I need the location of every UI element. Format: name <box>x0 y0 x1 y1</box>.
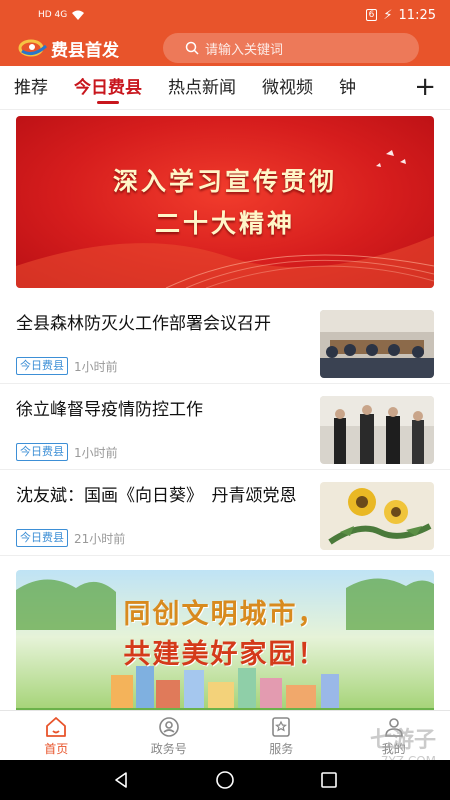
nav-government-label: 政务号 <box>150 741 187 756</box>
publish-time: 1小时前 <box>74 359 118 374</box>
nav-service[interactable]: 服务 <box>246 715 316 757</box>
banner-slogan-line2: 共建美好家园！ <box>123 639 327 670</box>
publish-time: 1小时前 <box>74 445 118 460</box>
status-right: 6 ⚡ 11:25 <box>365 7 436 23</box>
news-meta: 今日费县 1小时前 <box>16 357 310 375</box>
tab-today-feixian[interactable]: 今日费县 <box>74 66 142 110</box>
news-item[interactable]: 沈友斌：国画《向日葵》 丹青颂党恩 今日费县 21小时前 <box>0 470 450 556</box>
logo-icon <box>18 39 48 57</box>
banner-title-line2: 二十大精神 <box>154 209 295 238</box>
news-meta: 今日费县 1小时前 <box>16 443 310 461</box>
battery-icon: 6 <box>365 9 378 21</box>
nav-home-label: 首页 <box>44 741 69 756</box>
watermark-brand: 七游子 <box>369 728 436 753</box>
news-item[interactable]: 全县森林防灭火工作部署会议召开 今日费县 1小时前 <box>0 298 450 384</box>
banner-ribbon-graphic <box>16 150 434 288</box>
app-logo: 费县首发 <box>18 36 119 61</box>
status-bar: HD 4G 6 ⚡ 11:25 <box>0 0 450 30</box>
news-item-body: 全县森林防灭火工作部署会议召开 今日费县 1小时前 <box>16 310 320 375</box>
news-item-body: 徐立峰督导疫情防控工作 今日费县 1小时前 <box>16 396 320 461</box>
tab-recommend[interactable]: 推荐 <box>14 66 48 110</box>
news-meta: 今日费县 21小时前 <box>16 529 310 547</box>
news-thumbnail <box>320 396 434 464</box>
network-indicator: HD 4G <box>38 10 68 20</box>
app-root: HD 4G 6 ⚡ 11:25 费县首发 请输入关键词 推荐 今日费县 热点新闻… <box>0 0 450 800</box>
search-placeholder: 请输入关键词 <box>205 42 284 58</box>
news-title: 全县森林防灭火工作部署会议召开 <box>16 314 271 334</box>
header-top-row: 费县首发 请输入关键词 <box>0 30 450 66</box>
app-title: 费县首发 <box>51 40 119 61</box>
top-banner[interactable]: 深入学习宣传贯彻 二十大精神 <box>16 116 434 288</box>
news-title: 徐立峰督导疫情防控工作 <box>16 400 203 420</box>
header: HD 4G 6 ⚡ 11:25 费县首发 请输入关键词 <box>0 0 450 66</box>
source-tag: 今日费县 <box>16 529 68 547</box>
news-thumbnail <box>320 310 434 378</box>
home-icon <box>46 716 67 737</box>
charging-icon: ⚡ <box>383 7 393 23</box>
wifi-icon <box>72 10 85 20</box>
source-tag: 今日费县 <box>16 357 68 375</box>
tab-hot-news[interactable]: 热点新闻 <box>168 66 236 110</box>
news-item[interactable]: 徐立峰督导疫情防控工作 今日费县 1小时前 <box>0 384 450 470</box>
nav-government[interactable]: 政务号 <box>134 715 204 757</box>
banner-slogan-line1: 同创文明城市， <box>123 599 327 630</box>
add-channel-button[interactable]: + <box>414 74 436 100</box>
tab-micro-video[interactable]: 微视频 <box>262 66 313 110</box>
news-thumbnail <box>320 482 434 550</box>
source-tag: 今日费县 <box>16 443 68 461</box>
tab-more-clipped[interactable]: 钟 <box>339 66 363 110</box>
government-icon <box>158 716 179 737</box>
banner-title-line1: 深入学习宣传贯彻 <box>112 167 337 196</box>
publish-time: 21小时前 <box>74 531 126 546</box>
system-nav-bar <box>0 760 450 800</box>
bottom-banner[interactable]: 同创文明城市， 共建美好家园！ <box>16 570 434 720</box>
back-icon[interactable] <box>112 771 130 789</box>
home-circle-icon[interactable] <box>215 770 235 790</box>
nav-home[interactable]: 首页 <box>21 715 91 757</box>
nav-service-label: 服务 <box>269 741 294 756</box>
news-title: 沈友斌：国画《向日葵》 丹青颂党恩 <box>16 486 297 506</box>
status-time: 11:25 <box>398 7 436 23</box>
status-left: HD 4G <box>38 9 85 21</box>
channel-tabs: 推荐 今日费县 热点新闻 微视频 钟 + <box>0 66 450 110</box>
recent-apps-icon[interactable] <box>320 771 338 789</box>
news-item-body: 沈友斌：国画《向日葵》 丹青颂党恩 今日费县 21小时前 <box>16 482 320 547</box>
search-input[interactable]: 请输入关键词 <box>163 33 419 63</box>
service-icon <box>272 716 291 737</box>
search-icon <box>185 41 199 55</box>
